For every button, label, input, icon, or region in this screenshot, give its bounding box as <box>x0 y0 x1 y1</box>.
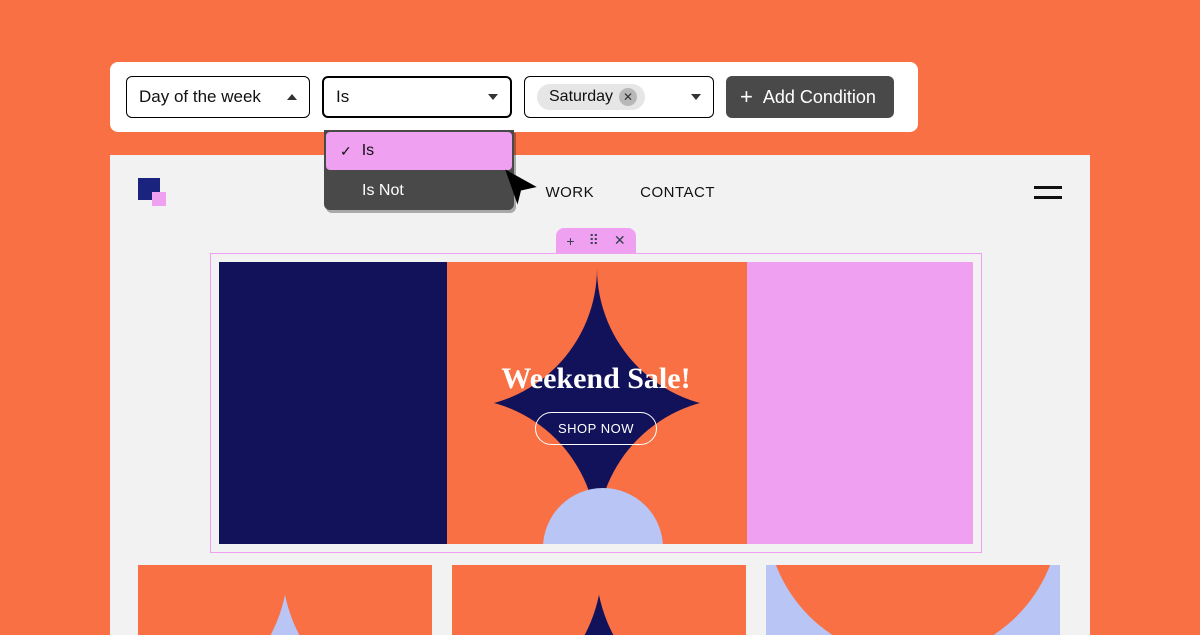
dropdown-option-label: Is Not <box>362 182 404 200</box>
site-logo <box>138 178 166 206</box>
dropdown-option-is[interactable]: ✓ Is <box>326 132 512 170</box>
card-row <box>138 565 1060 635</box>
operator-dropdown: ✓ Is Is Not <box>324 130 514 210</box>
field-select-label: Day of the week <box>139 87 261 107</box>
element-add-icon[interactable]: + <box>566 233 574 249</box>
element-toolbar: + ⠿ ✕ <box>556 228 636 253</box>
operator-select-label: Is <box>336 87 349 107</box>
nav-link-contact[interactable]: CONTACT <box>640 184 715 201</box>
plus-icon: + <box>740 86 753 108</box>
caret-down-icon <box>488 94 498 100</box>
check-icon: ✓ <box>340 143 352 160</box>
hero-block: Weekend Sale! SHOP NOW <box>219 262 973 544</box>
chip-remove-icon[interactable]: ✕ <box>619 88 637 106</box>
website-preview-panel: WORK CONTACT Weekend Sale! SHOP NOW <box>110 155 1090 635</box>
hamburger-menu-icon[interactable] <box>1034 186 1062 199</box>
hero-pink-panel <box>737 262 973 544</box>
element-drag-icon[interactable]: ⠿ <box>589 232 600 249</box>
value-chip: Saturday ✕ <box>537 84 645 110</box>
feature-card <box>766 565 1060 635</box>
value-select[interactable]: Saturday ✕ <box>524 76 714 118</box>
field-select[interactable]: Day of the week <box>126 76 310 118</box>
dropdown-option-label: Is <box>362 142 374 160</box>
element-remove-icon[interactable]: ✕ <box>614 232 626 249</box>
condition-bar: Day of the week Is Saturday ✕ + Add Cond… <box>110 62 918 132</box>
hero-selection-outline[interactable]: Weekend Sale! SHOP NOW <box>210 253 982 553</box>
hero-title: Weekend Sale! <box>501 362 690 396</box>
operator-select[interactable]: Is <box>322 76 512 118</box>
feature-card <box>452 565 746 635</box>
add-condition-button[interactable]: + Add Condition <box>726 76 894 118</box>
dropdown-option-is-not[interactable]: Is Not <box>324 172 514 210</box>
caret-up-icon <box>287 94 297 100</box>
add-condition-label: Add Condition <box>763 87 876 108</box>
caret-down-icon <box>691 94 701 100</box>
nav-link-work[interactable]: WORK <box>545 184 594 201</box>
value-chip-label: Saturday <box>549 88 613 106</box>
shop-now-button[interactable]: SHOP NOW <box>535 412 657 445</box>
site-header: WORK CONTACT <box>110 155 1090 229</box>
feature-card <box>138 565 432 635</box>
